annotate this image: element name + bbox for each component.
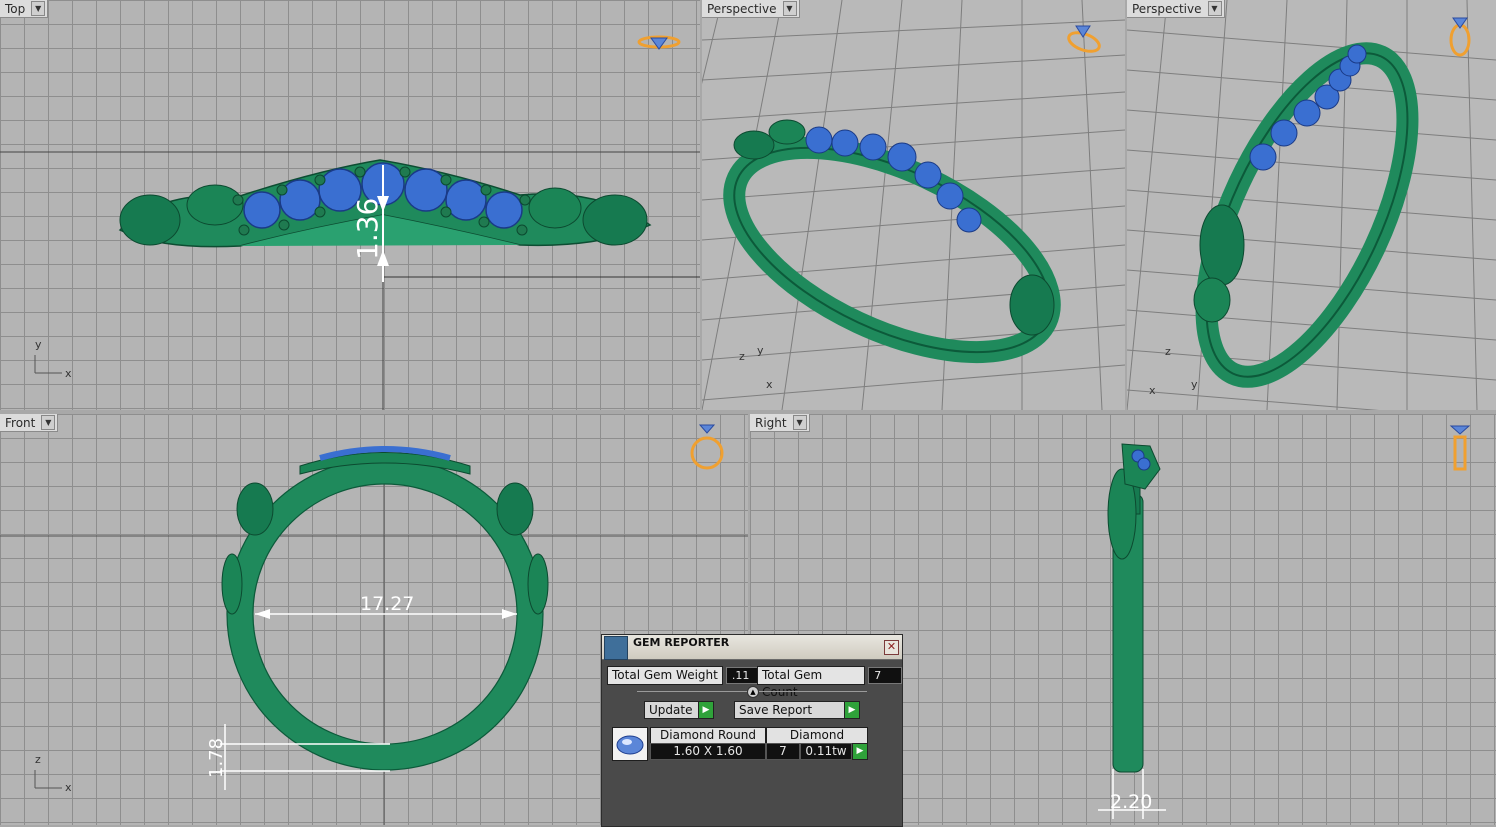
viewport-label-perspective-2[interactable]: Perspective ▼	[1127, 0, 1225, 18]
viewport-title: Top	[5, 1, 26, 16]
gem-thumbnail-icon	[612, 727, 648, 761]
save-report-button[interactable]: Save Report ▶	[734, 701, 860, 719]
gem-reporter-titlebar[interactable]: GEM REPORTER ✕	[602, 635, 902, 660]
axis-label-x: x	[65, 367, 72, 380]
dimension-label-top: 1.36	[351, 198, 384, 260]
axis-label-x: x	[766, 378, 773, 391]
dimension-label-width: 17.27	[360, 593, 414, 615]
total-gem-weight-row: Total Gem Weight .11	[607, 666, 760, 685]
gem-reporter-panel: GEM REPORTER ✕ Total Gem Weight .11 Tota…	[601, 634, 903, 827]
total-gem-weight-label: Total Gem Weight	[607, 666, 723, 685]
viewport-label-right[interactable]: Right ▼	[750, 414, 810, 432]
chevron-down-icon[interactable]: ▼	[1207, 1, 1222, 16]
axis-gizmo	[34, 355, 62, 374]
axis-label-y: y	[757, 344, 764, 357]
close-icon[interactable]: ✕	[884, 640, 899, 655]
gem-count-cell: 7	[766, 743, 800, 760]
total-gem-count-row: Total Gem Count 7	[757, 666, 902, 699]
ring-perspective-1-scene	[702, 0, 1125, 410]
chevron-down-icon[interactable]: ▼	[31, 1, 46, 16]
total-gem-count-label: Total Gem Count	[757, 666, 866, 699]
dimension-label-thickness: 1.78	[206, 738, 227, 778]
gem-material-cell: Diamond	[766, 727, 868, 744]
viewport-title: Perspective	[1132, 1, 1202, 16]
chevron-down-icon[interactable]: ▼	[792, 415, 807, 430]
axis-label-z: z	[739, 350, 745, 363]
dimension-label-right: 2.20	[1110, 791, 1152, 813]
chevron-down-icon[interactable]: ▼	[41, 415, 56, 430]
gem-size-cell: 1.60 X 1.60	[650, 743, 766, 760]
viewport-title: Front	[5, 415, 36, 430]
gem-view-icon[interactable]	[1445, 422, 1475, 474]
ring-perspective-2-scene	[1127, 0, 1496, 410]
viewport-label-perspective-1[interactable]: Perspective ▼	[702, 0, 800, 18]
play-arrow-icon[interactable]: ▶	[852, 743, 868, 760]
gem-view-icon[interactable]	[1443, 14, 1479, 58]
play-arrow-icon: ▶	[698, 702, 713, 718]
gem-view-icon[interactable]	[1064, 20, 1104, 56]
total-gem-weight-value: .11	[725, 667, 760, 684]
viewport-perspective-2[interactable]: Perspective ▼ z x y	[1127, 0, 1496, 410]
viewport-top[interactable]: Top ▼ 1.36 y x	[0, 0, 700, 410]
viewport-label-front[interactable]: Front ▼	[0, 414, 59, 432]
axis-label-y: y	[1191, 378, 1198, 391]
gem-reporter-title: GEM REPORTER	[633, 636, 730, 649]
gem-cut-cell: Diamond Round	[650, 727, 766, 744]
gem-weight-cell: 0.11tw	[800, 743, 852, 760]
axis-label-z: z	[1165, 345, 1171, 358]
viewport-label-top[interactable]: Top ▼	[0, 0, 49, 18]
gem-view-icon[interactable]	[687, 422, 727, 470]
ring-top-scene: 1.36	[0, 151, 700, 410]
axis-gizmo	[34, 770, 62, 789]
total-gem-count-value: 7	[868, 667, 902, 684]
axis-label-x: x	[65, 781, 72, 794]
axis-label-z: z	[35, 753, 41, 766]
play-arrow-icon: ▶	[844, 702, 859, 718]
viewport-title: Perspective	[707, 1, 777, 16]
axis-label-y: y	[35, 338, 42, 351]
gem-reporter-app-icon	[604, 636, 628, 660]
viewport-perspective-1[interactable]: Perspective ▼ z y x	[702, 0, 1125, 410]
chevron-down-icon[interactable]: ▼	[782, 1, 797, 16]
save-report-button-label: Save Report	[739, 703, 813, 717]
update-button-label: Update	[649, 703, 693, 717]
gem-view-icon[interactable]	[637, 30, 681, 54]
update-button[interactable]: Update ▶	[644, 701, 714, 719]
axis-label-x: x	[1149, 384, 1156, 397]
viewport-title: Right	[755, 415, 787, 430]
collapse-toggle-icon[interactable]: ▲	[747, 686, 759, 698]
